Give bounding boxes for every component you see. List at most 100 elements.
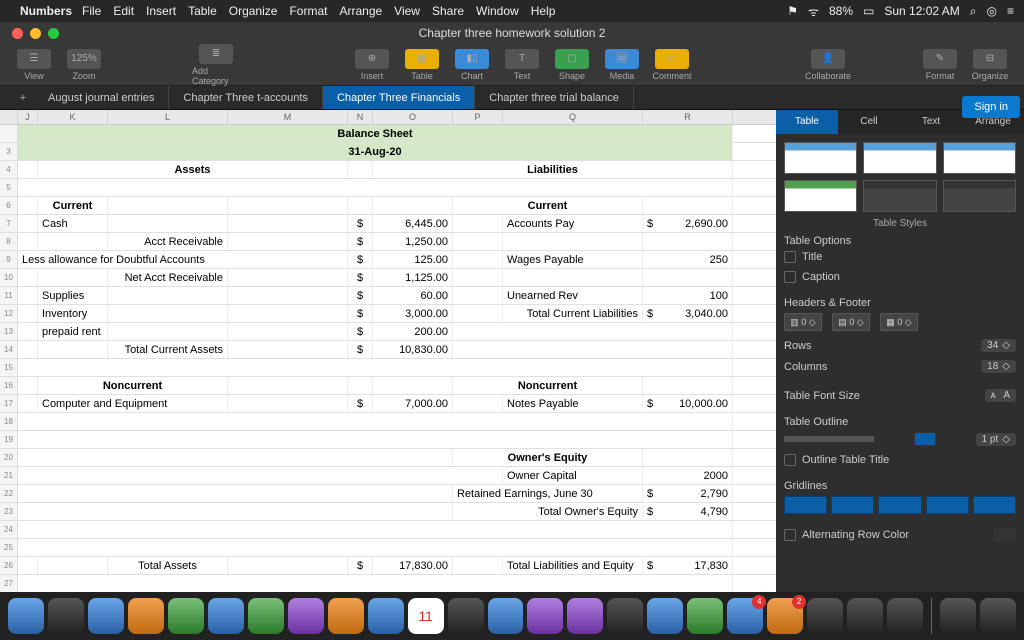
menu-file[interactable]: File <box>82 4 101 18</box>
dock-app-icon[interactable]: 4 <box>727 598 763 634</box>
inspector-tab-text[interactable]: Text <box>900 110 962 134</box>
inspector-tab-table[interactable]: Table <box>776 110 838 134</box>
dock-numbers-icon[interactable] <box>687 598 723 634</box>
battery-icon: ▭ <box>863 4 874 18</box>
caption-label: Caption <box>802 271 840 283</box>
menu-insert[interactable]: Insert <box>146 4 176 18</box>
inspector-tab-cell[interactable]: Cell <box>838 110 900 134</box>
dock-app-icon[interactable] <box>647 598 683 634</box>
table-style-thumb[interactable] <box>943 142 1016 174</box>
table-style-thumb[interactable] <box>863 142 936 174</box>
insert-button[interactable]: ⊕Insert <box>348 49 396 81</box>
add-sheet-button[interactable]: + <box>12 86 34 109</box>
font-size-buttons[interactable]: ᴀ A <box>985 389 1016 402</box>
gridline-button[interactable] <box>784 496 827 514</box>
dock-finder-icon[interactable] <box>8 598 44 634</box>
flag-icon[interactable]: ⚑ <box>787 4 798 18</box>
text-button[interactable]: TText <box>498 49 546 81</box>
sheet-tab[interactable]: August journal entries <box>34 86 169 109</box>
outline-color-swatch[interactable] <box>914 432 936 446</box>
dock-music-icon[interactable] <box>527 598 563 634</box>
menu-format[interactable]: Format <box>289 4 327 18</box>
dock-mail-icon[interactable] <box>488 598 524 634</box>
minimize-window-button[interactable] <box>30 28 41 39</box>
dock-app-icon[interactable] <box>48 598 84 634</box>
column-headers[interactable]: J K L M N O P Q R <box>0 110 776 125</box>
menu-view[interactable]: View <box>394 4 420 18</box>
dock-podcasts-icon[interactable] <box>567 598 603 634</box>
rows-stepper[interactable]: 34 ◇ <box>981 339 1016 352</box>
app-name[interactable]: Numbers <box>20 4 72 18</box>
close-window-button[interactable] <box>12 28 23 39</box>
gridline-button[interactable] <box>973 496 1016 514</box>
dock-safari-icon[interactable] <box>88 598 124 634</box>
media-button[interactable]: 🖼Media <box>598 49 646 81</box>
dock-app-icon[interactable]: 2 <box>767 598 803 634</box>
dock-app-icon[interactable] <box>288 598 324 634</box>
menu-edit[interactable]: Edit <box>113 4 134 18</box>
add-category-button[interactable]: ≣Add Category <box>192 44 240 86</box>
title-checkbox[interactable] <box>784 251 796 263</box>
menu-arrange[interactable]: Arrange <box>339 4 382 18</box>
outline-style-select[interactable] <box>784 436 874 442</box>
dock-app-icon[interactable] <box>328 598 364 634</box>
menu-extra-icon[interactable]: ≡ <box>1007 4 1014 18</box>
menu-help[interactable]: Help <box>531 4 556 18</box>
gridline-button[interactable] <box>926 496 969 514</box>
menu-organize[interactable]: Organize <box>229 4 278 18</box>
gridline-button[interactable] <box>878 496 921 514</box>
alt-row-checkbox[interactable] <box>784 529 796 541</box>
view-button[interactable]: ☰View <box>10 49 58 81</box>
caption-checkbox[interactable] <box>784 271 796 283</box>
sheet-tab-active[interactable]: Chapter Three Financials <box>323 86 475 109</box>
outline-title-checkbox[interactable] <box>784 454 796 466</box>
sign-in-button[interactable]: Sign in <box>962 96 1020 118</box>
dock-app-icon[interactable] <box>807 598 843 634</box>
gridline-button[interactable] <box>831 496 874 514</box>
columns-stepper[interactable]: 18 ◇ <box>981 360 1016 373</box>
grid[interactable]: Balance Sheet 331-Aug-20 4AssetsLiabilit… <box>0 125 776 592</box>
clock[interactable]: Sun 12:02 AM <box>884 4 959 18</box>
menu-share[interactable]: Share <box>432 4 464 18</box>
table-style-thumb[interactable] <box>943 180 1016 212</box>
fullscreen-window-button[interactable] <box>48 28 59 39</box>
dock-downloads-icon[interactable] <box>940 598 976 634</box>
spreadsheet-canvas[interactable]: J K L M N O P Q R Balance Sheet 331-Aug-… <box>0 110 776 592</box>
wifi-icon[interactable]: ᯤ <box>808 3 819 20</box>
dock-app-icon[interactable] <box>887 598 923 634</box>
organize-button[interactable]: ⊟Organize <box>966 49 1014 81</box>
header-cols-stepper[interactable]: ▤ 0 ◇ <box>832 313 870 331</box>
dock-calendar-icon[interactable]: 11 <box>408 598 444 634</box>
dock-tv-icon[interactable] <box>607 598 643 634</box>
dock-app-icon[interactable] <box>847 598 883 634</box>
chart-button[interactable]: ▮▯Chart <box>448 49 496 81</box>
menu-table[interactable]: Table <box>188 4 217 18</box>
cell-title[interactable]: Balance Sheet <box>18 125 733 142</box>
dock-facetime-icon[interactable] <box>248 598 284 634</box>
table-style-thumb[interactable] <box>784 142 857 174</box>
cell-date[interactable]: 31-Aug-20 <box>18 143 733 160</box>
dock-app-icon[interactable] <box>128 598 164 634</box>
footer-rows-stepper[interactable]: ▦ 0 ◇ <box>880 313 918 331</box>
alt-row-color-swatch[interactable] <box>994 528 1016 542</box>
siri-icon[interactable]: ◎ <box>987 4 997 18</box>
dock-messages-icon[interactable] <box>168 598 204 634</box>
table-style-thumb[interactable] <box>863 180 936 212</box>
dock-app-icon[interactable] <box>368 598 404 634</box>
header-rows-stepper[interactable]: ▥ 0 ◇ <box>784 313 822 331</box>
dock-trash-icon[interactable] <box>980 598 1016 634</box>
dock-app-icon[interactable] <box>448 598 484 634</box>
collaborate-button[interactable]: 👤Collaborate <box>804 49 852 81</box>
table-button[interactable]: ▦Table <box>398 49 446 81</box>
menu-window[interactable]: Window <box>476 4 519 18</box>
dock-app-icon[interactable] <box>208 598 244 634</box>
shape-button[interactable]: ▢Shape <box>548 49 596 81</box>
spotlight-icon[interactable]: ⌕ <box>970 4 977 19</box>
sheet-tab[interactable]: Chapter three trial balance <box>475 86 634 109</box>
comment-button[interactable]: ▭Comment <box>648 49 696 81</box>
zoom-button[interactable]: 125%Zoom <box>60 49 108 81</box>
format-button[interactable]: ✎Format <box>916 49 964 81</box>
sheet-tab[interactable]: Chapter Three t-accounts <box>169 86 323 109</box>
table-style-thumb[interactable] <box>784 180 857 212</box>
outline-width-stepper[interactable]: 1 pt ◇ <box>976 433 1016 446</box>
